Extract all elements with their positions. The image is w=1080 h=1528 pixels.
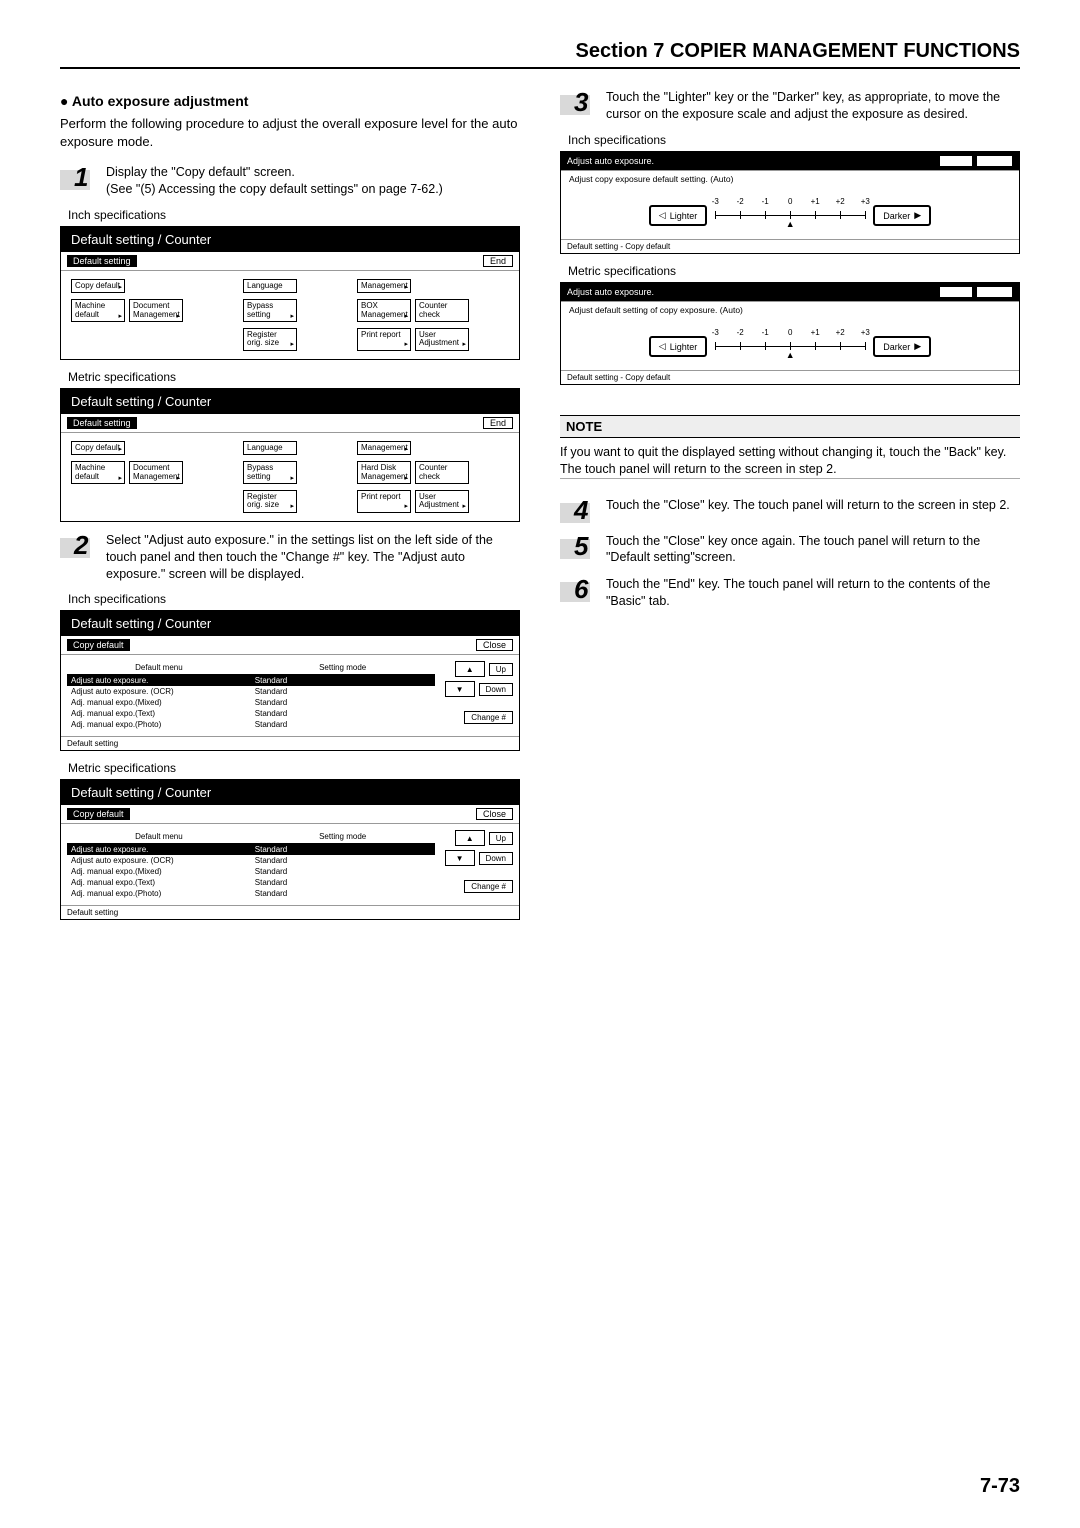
step-4: 4 Touch the "Close" key. The touch panel… xyxy=(560,497,1020,523)
metric-spec-label: Metric specifications xyxy=(68,370,520,384)
change-button[interactable]: Change # xyxy=(464,711,513,724)
hdd-mgmt-button[interactable]: Hard Disk Management xyxy=(357,461,411,484)
page: Section 7 COPIER MANAGEMENT FUNCTIONS Au… xyxy=(0,0,1080,1528)
subsection-heading: Auto exposure adjustment xyxy=(60,93,520,109)
end-button[interactable]: End xyxy=(483,255,513,267)
step-2: 2 Select "Adjust auto exposure." in the … xyxy=(60,532,520,583)
down-arrow-button[interactable]: ▼ xyxy=(445,681,475,697)
right-column: 3 Touch the "Lighter" key or the "Darker… xyxy=(560,89,1020,930)
step-1-text: Display the "Copy default" screen. (See … xyxy=(106,164,443,198)
management-button[interactable]: Management xyxy=(357,279,411,293)
intro-text: Perform the following procedure to adjus… xyxy=(60,115,520,150)
left-column: Auto exposure adjustment Perform the fol… xyxy=(60,89,520,930)
up-arrow-button[interactable]: ▲ xyxy=(455,661,485,677)
box-mgmt-button[interactable]: BOX Management xyxy=(357,299,411,322)
print-report-button[interactable]: Print report xyxy=(357,328,411,351)
page-header: Section 7 COPIER MANAGEMENT FUNCTIONS xyxy=(60,40,1020,69)
note-label: NOTE xyxy=(560,415,1020,438)
copy-default-button[interactable]: Copy default xyxy=(71,279,125,293)
bypass-setting-button[interactable]: Bypass setting xyxy=(243,299,297,322)
close-button[interactable]: Close xyxy=(976,155,1013,167)
exposure-panel-metric: Adjust auto exposure. Back Close Adjust … xyxy=(560,282,1020,385)
settings-list[interactable]: Default menuSetting mode Adjust auto exp… xyxy=(67,661,435,730)
two-column-layout: Auto exposure adjustment Perform the fol… xyxy=(60,89,1020,930)
step-number-badge: 1 xyxy=(60,164,96,198)
exposure-panel-inch: Adjust auto exposure. Back Close Adjust … xyxy=(560,151,1020,254)
list-item: Adjust auto exposure. (OCR)Standard xyxy=(67,686,435,697)
note-text: If you want to quit the displayed settin… xyxy=(560,438,1020,479)
counter-check-button[interactable]: Counter check xyxy=(415,299,469,322)
document-mgmt-button[interactable]: Document Management xyxy=(129,299,183,322)
list-item: Adjust auto exposure.Standard xyxy=(67,675,435,686)
step-1: 1 Display the "Copy default" screen. (Se… xyxy=(60,164,520,198)
copy-default-list-panel-inch: Default setting / Counter Copy default C… xyxy=(60,610,520,751)
note-box: NOTE If you want to quit the displayed s… xyxy=(560,415,1020,479)
default-setting-panel-metric: Default setting / Counter Default settin… xyxy=(60,388,520,522)
step-6: 6 Touch the "End" key. The touch panel w… xyxy=(560,576,1020,610)
list-item: Adj. manual expo.(Mixed)Standard xyxy=(67,697,435,708)
user-adj-button[interactable]: User Adjustment xyxy=(415,328,469,351)
end-button[interactable]: End xyxy=(483,417,513,429)
page-number: 7-73 xyxy=(980,1475,1020,1498)
panel-tab-bar: Default setting End xyxy=(61,252,519,271)
up-label[interactable]: Up xyxy=(489,663,513,676)
panel-title: Default setting / Counter xyxy=(61,227,519,252)
copy-default-list-panel-metric: Default setting / Counter Copy defaultCl… xyxy=(60,779,520,920)
close-button[interactable]: Close xyxy=(476,639,513,651)
touch-button-grid: Copy default Machine default Document Ma… xyxy=(61,271,519,359)
default-setting-panel-inch: Default setting / Counter Default settin… xyxy=(60,226,520,360)
machine-default-button[interactable]: Machine default xyxy=(71,299,125,322)
step-5: 5 Touch the "Close" key once again. The … xyxy=(560,533,1020,567)
step-3: 3 Touch the "Lighter" key or the "Darker… xyxy=(560,89,1020,123)
register-orig-button[interactable]: Register orig. size xyxy=(243,328,297,351)
scale-cursor-icon: ▲ xyxy=(786,219,795,229)
section-title: Section 7 COPIER MANAGEMENT FUNCTIONS xyxy=(60,40,1020,67)
language-button[interactable]: Language xyxy=(243,279,297,293)
list-item: Adj. manual expo.(Text)Standard xyxy=(67,708,435,719)
inch-spec-label: Inch specifications xyxy=(68,208,520,222)
down-label[interactable]: Down xyxy=(479,683,513,696)
lighter-button[interactable]: ◁ Lighter xyxy=(649,205,707,226)
darker-button[interactable]: Darker ▶ xyxy=(873,205,931,226)
back-button[interactable]: Back xyxy=(939,155,973,167)
exposure-scale: -3 -2 -1 0 +1 +2 +3 ▲ xyxy=(715,203,865,229)
list-item: Adj. manual expo.(Photo)Standard xyxy=(67,719,435,730)
